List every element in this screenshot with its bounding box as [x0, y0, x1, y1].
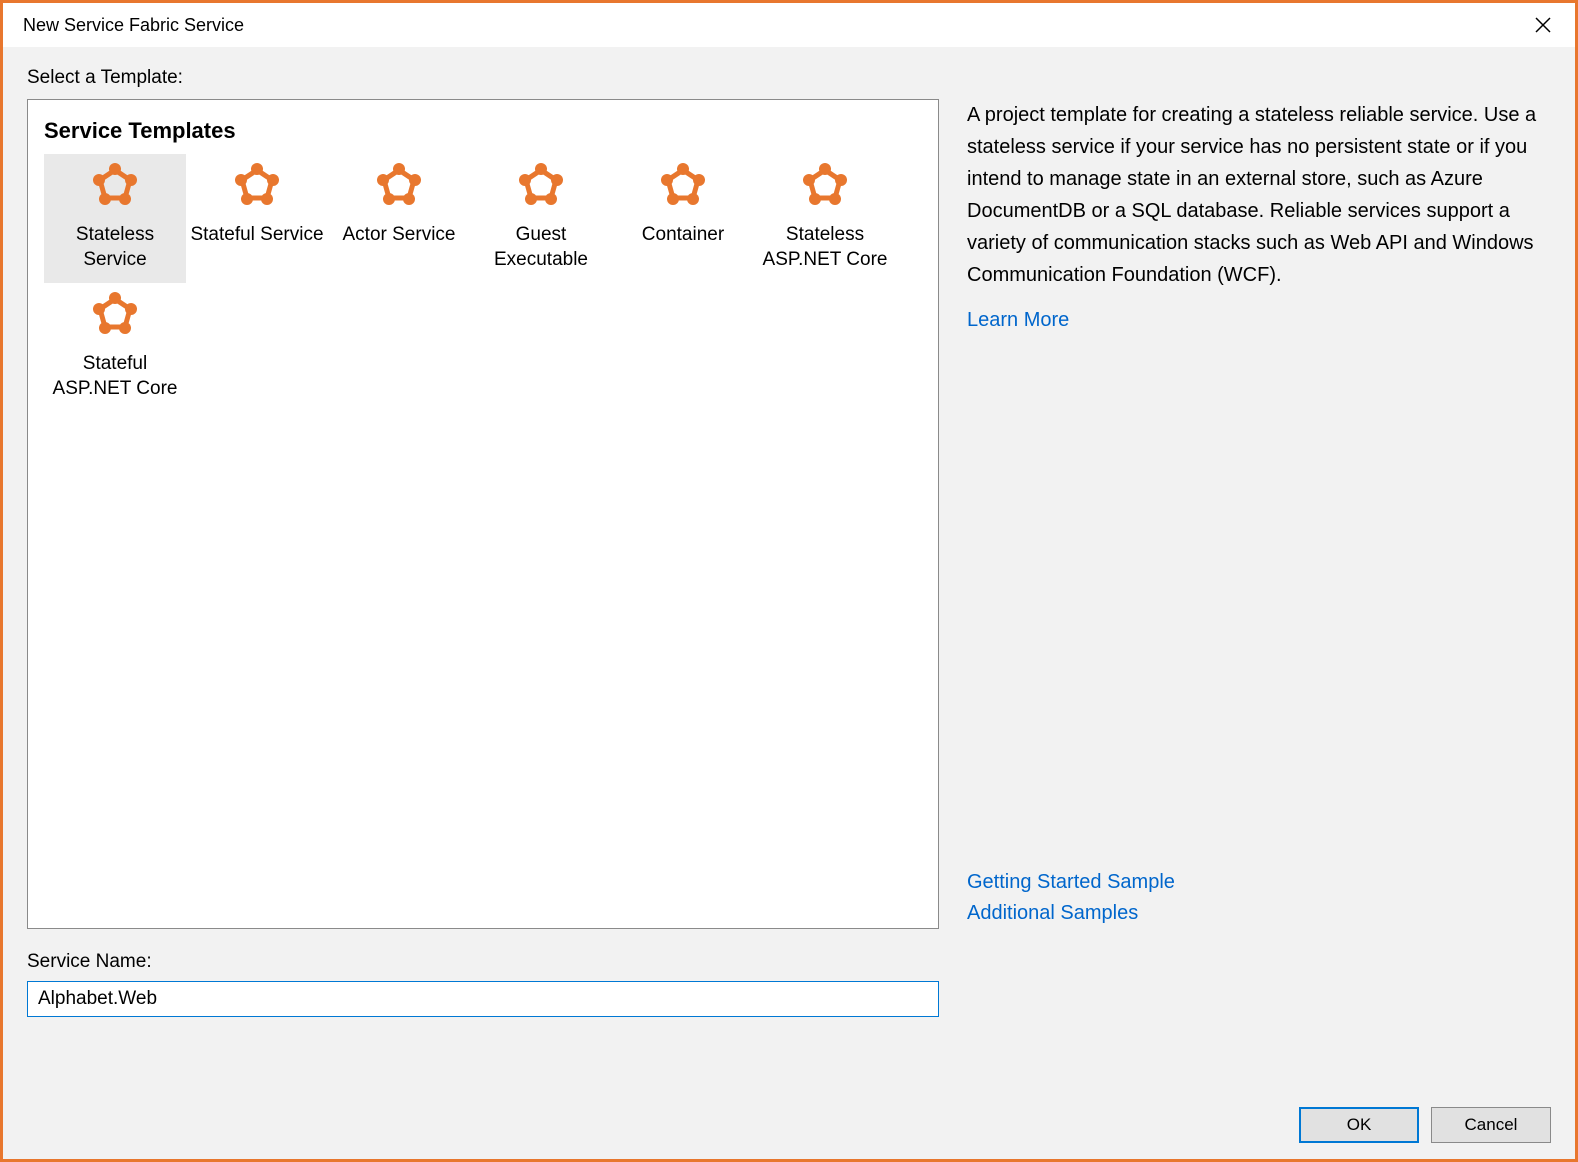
templates-panel: Service Templates Stateless Service Stat… — [27, 99, 939, 929]
template-label: Actor Service — [343, 222, 456, 248]
sample-links: Getting Started Sample Additional Sample… — [967, 871, 1551, 925]
template-item[interactable]: Stateless ASP.NET Core — [754, 154, 896, 283]
ok-button[interactable]: OK — [1299, 1107, 1419, 1143]
dialog-window: New Service Fabric Service Select a Temp… — [0, 0, 1578, 1162]
template-item[interactable]: Container — [612, 154, 754, 283]
service-fabric-icon — [86, 291, 144, 337]
service-fabric-icon — [512, 162, 570, 208]
service-fabric-icon — [654, 162, 712, 216]
service-fabric-icon — [228, 162, 286, 216]
content-row: Service Templates Stateless Service Stat… — [27, 99, 1551, 929]
service-fabric-icon — [654, 162, 712, 208]
templates-grid: Stateless Service Stateful Service Actor… — [44, 154, 928, 412]
close-button[interactable] — [1523, 5, 1563, 45]
service-fabric-icon — [512, 162, 570, 216]
service-fabric-icon — [86, 291, 144, 345]
template-label: Container — [642, 222, 724, 248]
dialog-body: Select a Template: Service Templates Sta… — [3, 47, 1575, 1159]
spacer — [967, 332, 1551, 871]
template-item[interactable]: Guest Executable — [470, 154, 612, 283]
titlebar: New Service Fabric Service — [3, 3, 1575, 47]
service-fabric-icon — [796, 162, 854, 216]
template-description: A project template for creating a statel… — [967, 99, 1551, 291]
button-row: OK Cancel — [27, 1067, 1551, 1143]
template-item[interactable]: Stateful ASP.NET Core — [44, 283, 186, 412]
service-fabric-icon — [228, 162, 286, 208]
service-fabric-icon — [370, 162, 428, 208]
template-label: Stateless Service — [48, 222, 182, 273]
close-icon — [1535, 17, 1551, 33]
service-fabric-icon — [796, 162, 854, 208]
template-label: Guest Executable — [474, 222, 608, 273]
service-name-label: Service Name: — [27, 951, 1551, 973]
select-template-label: Select a Template: — [27, 67, 1551, 89]
dialog-title: New Service Fabric Service — [23, 15, 244, 36]
template-item[interactable]: Stateful Service — [186, 154, 328, 283]
service-fabric-icon — [86, 162, 144, 208]
service-fabric-icon — [86, 162, 144, 216]
additional-samples-link[interactable]: Additional Samples — [967, 902, 1551, 925]
template-label: Stateful Service — [190, 222, 323, 248]
template-item[interactable]: Stateless Service — [44, 154, 186, 283]
cancel-button[interactable]: Cancel — [1431, 1107, 1551, 1143]
service-fabric-icon — [370, 162, 428, 216]
learn-more-link[interactable]: Learn More — [967, 309, 1551, 332]
template-item[interactable]: Actor Service — [328, 154, 470, 283]
description-panel: A project template for creating a statel… — [967, 99, 1551, 929]
template-label: Stateful ASP.NET Core — [48, 351, 182, 402]
templates-heading: Service Templates — [44, 118, 928, 144]
service-name-input[interactable] — [27, 981, 939, 1017]
template-label: Stateless ASP.NET Core — [758, 222, 892, 273]
getting-started-sample-link[interactable]: Getting Started Sample — [967, 871, 1551, 894]
